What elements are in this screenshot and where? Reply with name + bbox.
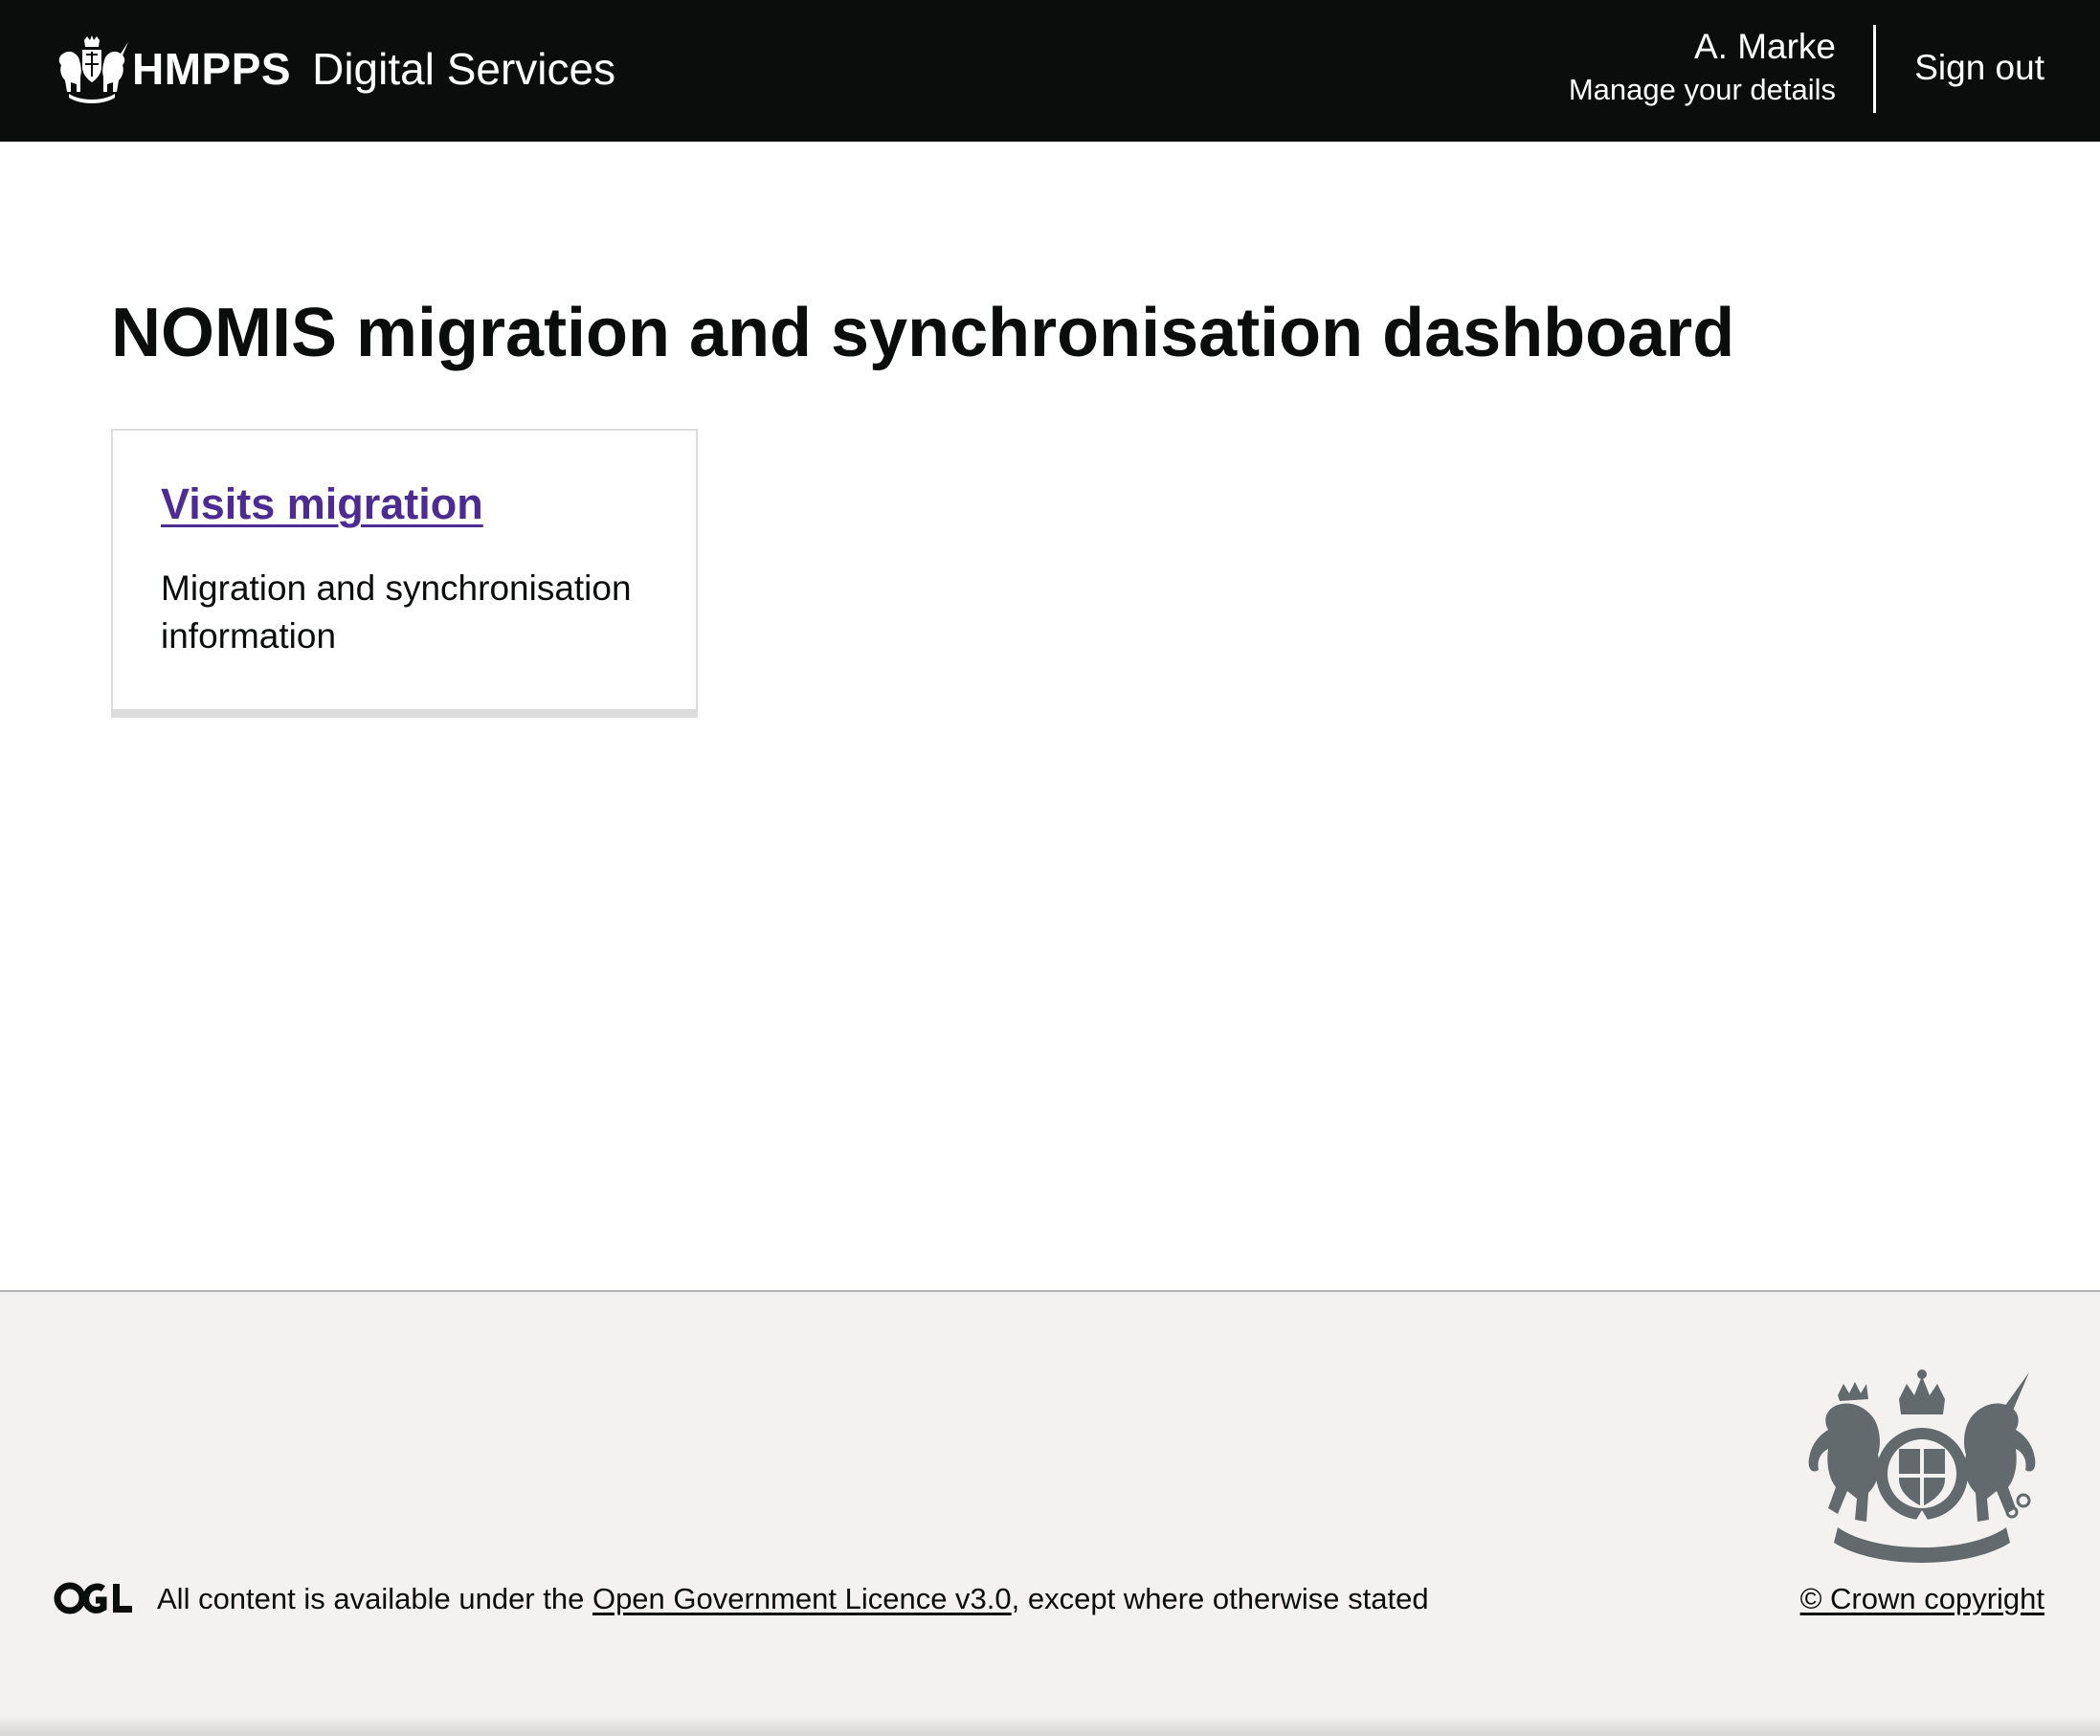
site-footer: All content is available under the Open …: [0, 1290, 2100, 1736]
sign-out-link[interactable]: Sign out: [1914, 46, 2044, 90]
user-name: A. Marke: [1693, 27, 1836, 66]
manage-your-details-link[interactable]: Manage your details: [1569, 69, 1836, 111]
dashboard-card: Visits migration Migration and synchroni…: [111, 429, 698, 718]
service-name: Digital Services: [312, 44, 616, 94]
licence-prefix: All content is available under the: [157, 1582, 592, 1615]
licence-statement: All content is available under the Open …: [157, 1579, 1429, 1619]
user-account-block: A. Marke Manage your details: [1569, 25, 1836, 111]
royal-coat-of-arms-icon: [1808, 1369, 2036, 1563]
visits-migration-link[interactable]: Visits migration: [161, 477, 483, 532]
window-bottom-shadow: [0, 1715, 2100, 1736]
page-title: NOMIS migration and synchronisation dash…: [111, 295, 1735, 371]
site-header: HMPPS Digital Services A. Marke Manage y…: [0, 0, 2100, 142]
organisation-name: HMPPS: [132, 44, 292, 94]
licence-suffix: , except where otherwise stated: [1011, 1582, 1429, 1615]
crown-copyright-link[interactable]: © Crown copyright: [1800, 1579, 2044, 1619]
royal-coat-of-arms-icon: [58, 35, 128, 103]
ogl-logo-icon: [54, 1582, 132, 1614]
open-government-licence-link[interactable]: Open Government Licence v3.0: [592, 1582, 1012, 1615]
header-divider: [1873, 25, 1876, 113]
card-description: Migration and synchronisation informatio…: [161, 568, 632, 656]
header-home-link[interactable]: HMPPS Digital Services: [54, 34, 615, 103]
